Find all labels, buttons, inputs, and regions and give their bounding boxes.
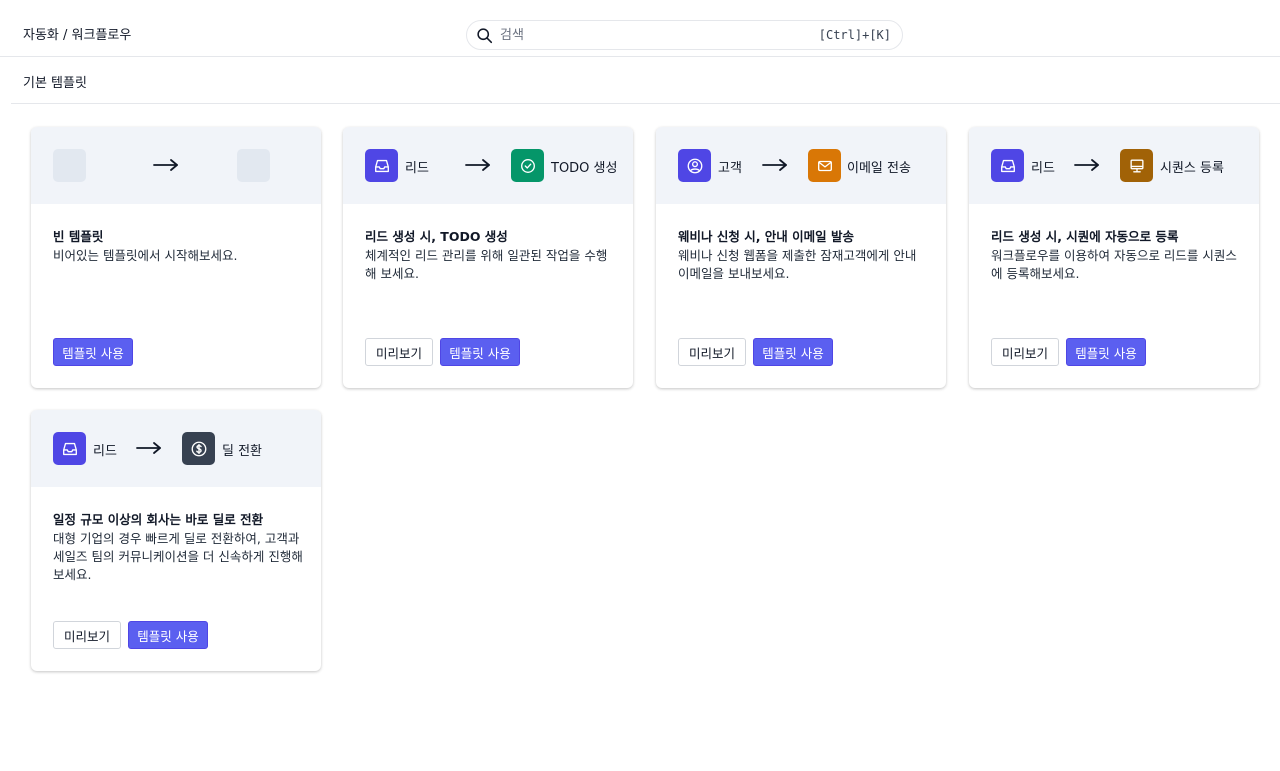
check-circle-icon <box>511 149 544 182</box>
use-template-button[interactable]: 템플릿 사용 <box>128 621 208 649</box>
flow-source-label: 리드 <box>405 161 429 176</box>
section-title: 기본 템플릿 <box>23 76 87 91</box>
use-template-button[interactable]: 템플릿 사용 <box>53 338 133 366</box>
card-title: 웨비나 신청 시, 안내 이메일 발송 <box>678 229 855 244</box>
inbox-icon <box>365 149 398 182</box>
empty-slot-icon <box>237 149 270 182</box>
template-card-lead-deal: 리드 딜 전환 일정 규모 이상의 회사는 바로 딜로 전환 대형 기업의 경우… <box>31 410 321 671</box>
preview-button[interactable]: 미리보기 <box>53 621 121 649</box>
arrow-right-icon <box>465 159 490 171</box>
flow-target-label: 시퀀스 등록 <box>1160 161 1224 176</box>
preview-button[interactable]: 미리보기 <box>991 338 1059 366</box>
template-card-empty: 빈 템플릿 비어있는 템플릿에서 시작해보세요. 템플릿 사용 <box>31 127 321 388</box>
card-flow-header: 리드 딜 전환 <box>31 410 321 487</box>
section-header: 기본 템플릿 <box>11 57 1280 104</box>
dollar-circle-icon <box>182 432 215 465</box>
card-title: 빈 템플릿 <box>53 229 104 244</box>
monitor-icon <box>1120 149 1153 182</box>
card-title: 리드 생성 시, 시퀀에 자동으로 등록 <box>991 229 1179 244</box>
flow-source-label: 리드 <box>1031 161 1055 176</box>
breadcrumb: 자동화 / 워크플로우 <box>23 28 132 43</box>
flow-source-label: 리드 <box>93 444 117 459</box>
template-card-lead-sequence: 리드 시퀀스 등록 리드 생성 시, 시퀀에 자동으로 등록 워크플로우를 이용… <box>969 127 1259 388</box>
use-template-button[interactable]: 템플릿 사용 <box>440 338 520 366</box>
template-card-lead-todo: 리드 TODO 생성 리드 생성 시, TODO 생성 체계적인 리드 관리를 … <box>343 127 633 388</box>
card-description: 워크플로우를 이용하여 자동으로 리드를 시퀀스에 등록해보세요. <box>991 248 1237 281</box>
use-template-button[interactable]: 템플릿 사용 <box>1066 338 1146 366</box>
search-box[interactable]: [Ctrl]+[K] <box>466 20 903 50</box>
flow-source-label: 고객 <box>718 161 742 176</box>
card-flow-header: 리드 시퀀스 등록 <box>969 127 1259 204</box>
card-description: 웨비나 신청 웹폼을 제출한 잠재고객에게 안내 이메일을 보내보세요. <box>678 248 917 281</box>
arrow-right-icon <box>1074 159 1099 171</box>
search-input[interactable] <box>500 25 800 45</box>
preview-button[interactable]: 미리보기 <box>678 338 746 366</box>
arrow-right-icon <box>136 442 161 454</box>
top-bar: 자동화 / 워크플로우 [Ctrl]+[K] <box>0 0 1280 57</box>
card-title: 리드 생성 시, TODO 생성 <box>365 229 508 244</box>
empty-slot-icon <box>53 149 86 182</box>
arrow-right-icon <box>762 159 787 171</box>
card-description: 대형 기업의 경우 빠르게 딜로 전환하여, 고객과 세일즈 팀의 커뮤니케이션… <box>53 531 303 582</box>
card-flow-header: 고객 이메일 전송 <box>656 127 946 204</box>
flow-target-label: 이메일 전송 <box>847 161 911 176</box>
inbox-icon <box>53 432 86 465</box>
card-description: 체계적인 리드 관리를 위해 일관된 작업을 수행해 보세요. <box>365 248 608 281</box>
user-circle-icon <box>678 149 711 182</box>
flow-target-label: TODO 생성 <box>551 161 618 176</box>
flow-target-label: 딜 전환 <box>222 444 263 459</box>
card-title: 일정 규모 이상의 회사는 바로 딜로 전환 <box>53 512 264 527</box>
card-flow-header: 리드 TODO 생성 <box>343 127 633 204</box>
search-shortcut-hint: [Ctrl]+[K] <box>818 28 891 42</box>
arrow-right-icon <box>153 159 178 171</box>
inbox-icon <box>991 149 1024 182</box>
card-description: 비어있는 템플릿에서 시작해보세요. <box>53 248 238 263</box>
mail-icon <box>808 149 841 182</box>
template-card-webinar-email: 고객 이메일 전송 웨비나 신청 시, 안내 이메일 발송 웨비나 신청 웹폼을… <box>656 127 946 388</box>
preview-button[interactable]: 미리보기 <box>365 338 433 366</box>
use-template-button[interactable]: 템플릿 사용 <box>753 338 833 366</box>
search-icon <box>477 28 493 44</box>
card-flow-header <box>31 127 321 204</box>
